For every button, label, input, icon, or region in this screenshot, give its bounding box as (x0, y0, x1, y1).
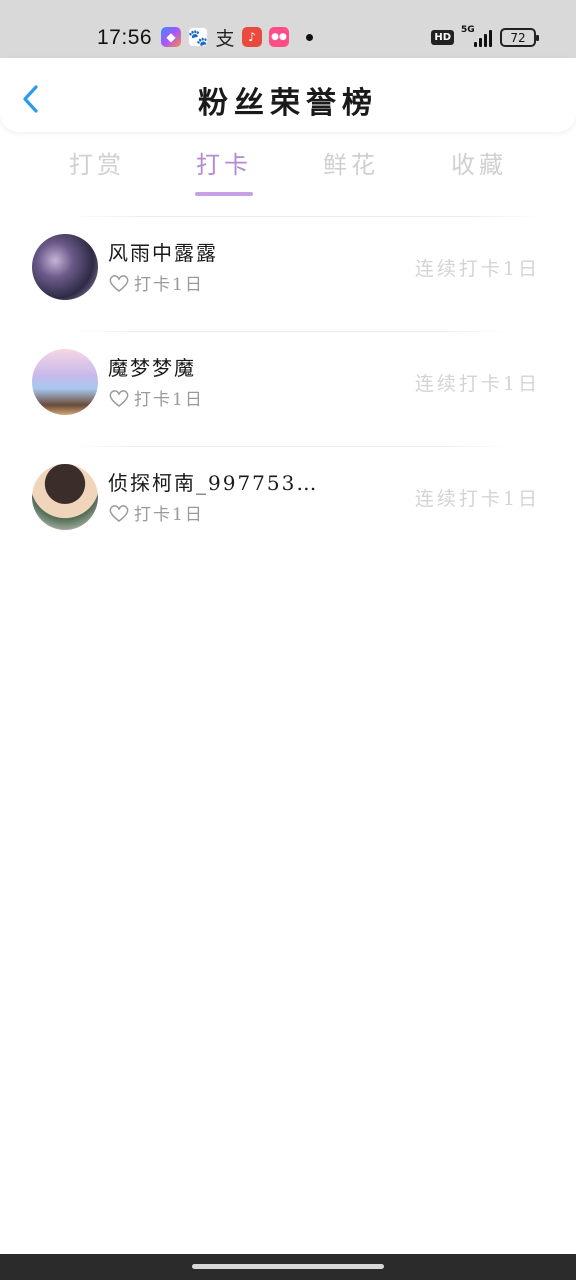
hd-icon: HD (431, 30, 454, 45)
streak-text: 连续打卡1日 (414, 373, 540, 395)
subtitle-text: 打卡1日 (134, 275, 204, 295)
app-pink-icon: ●● (269, 27, 289, 47)
tab-bar: 打赏 打卡 鲜花 收藏 (0, 145, 576, 200)
alipay-icon: 支 (215, 27, 235, 50)
battery-icon: 72 (500, 28, 539, 47)
avatar[interactable] (32, 464, 98, 530)
list-item[interactable]: 侦探柯南_9977537··· 打卡1日 连续打卡1日 (0, 450, 576, 565)
heart-icon (109, 389, 129, 407)
fan-name: 侦探柯南_9977537··· (108, 471, 328, 495)
fan-subtitle: 打卡1日 (108, 270, 204, 295)
tab-checkin[interactable]: 打卡 (179, 145, 269, 180)
music-icon: ♪ (242, 27, 262, 47)
tab-flowers[interactable]: 鲜花 (306, 145, 396, 180)
list-item[interactable]: 风雨中露露 打卡1日 连续打卡1日 (0, 220, 576, 335)
tab-favorites[interactable]: 收藏 (434, 145, 524, 180)
fan-name: 魔梦梦魔 (108, 356, 196, 380)
tab-indicator (195, 192, 253, 196)
header: 粉丝荣誉榜 (0, 58, 576, 132)
subtitle-text: 打卡1日 (134, 390, 204, 410)
home-indicator[interactable] (192, 1264, 384, 1269)
system-nav-bar (0, 1254, 576, 1280)
subtitle-text: 打卡1日 (134, 505, 204, 525)
more-notifications-icon (306, 33, 313, 41)
status-time: 17:56 (97, 26, 153, 49)
heart-icon (109, 274, 129, 292)
streak-text: 连续打卡1日 (414, 258, 540, 280)
page-title: 粉丝荣誉榜 (198, 86, 378, 121)
fan-name: 风雨中露露 (108, 241, 218, 265)
network-type: 5G (461, 24, 475, 35)
status-bar: 17:56 ◆ 🐾 支 ♪ ●● HD 5G 72 (0, 0, 576, 60)
list-item[interactable]: 魔梦梦魔 打卡1日 连续打卡1日 (0, 335, 576, 450)
notification-icons: ◆ 🐾 支 ♪ ●● (161, 27, 313, 50)
fan-subtitle: 打卡1日 (108, 500, 204, 525)
tab-reward[interactable]: 打赏 (52, 145, 142, 180)
battery-level: 72 (510, 30, 526, 45)
divider (70, 331, 510, 332)
app-notification-icon: ◆ (161, 27, 181, 47)
system-icons: HD 5G 72 (431, 25, 539, 47)
heart-icon (109, 504, 129, 522)
baidu-icon: 🐾 (188, 27, 208, 47)
divider (70, 216, 540, 217)
signal-icon: 5G (461, 25, 492, 47)
avatar[interactable] (32, 234, 98, 300)
divider (70, 446, 510, 447)
avatar[interactable] (32, 349, 98, 415)
streak-text: 连续打卡1日 (414, 488, 540, 510)
fan-subtitle: 打卡1日 (108, 385, 204, 410)
